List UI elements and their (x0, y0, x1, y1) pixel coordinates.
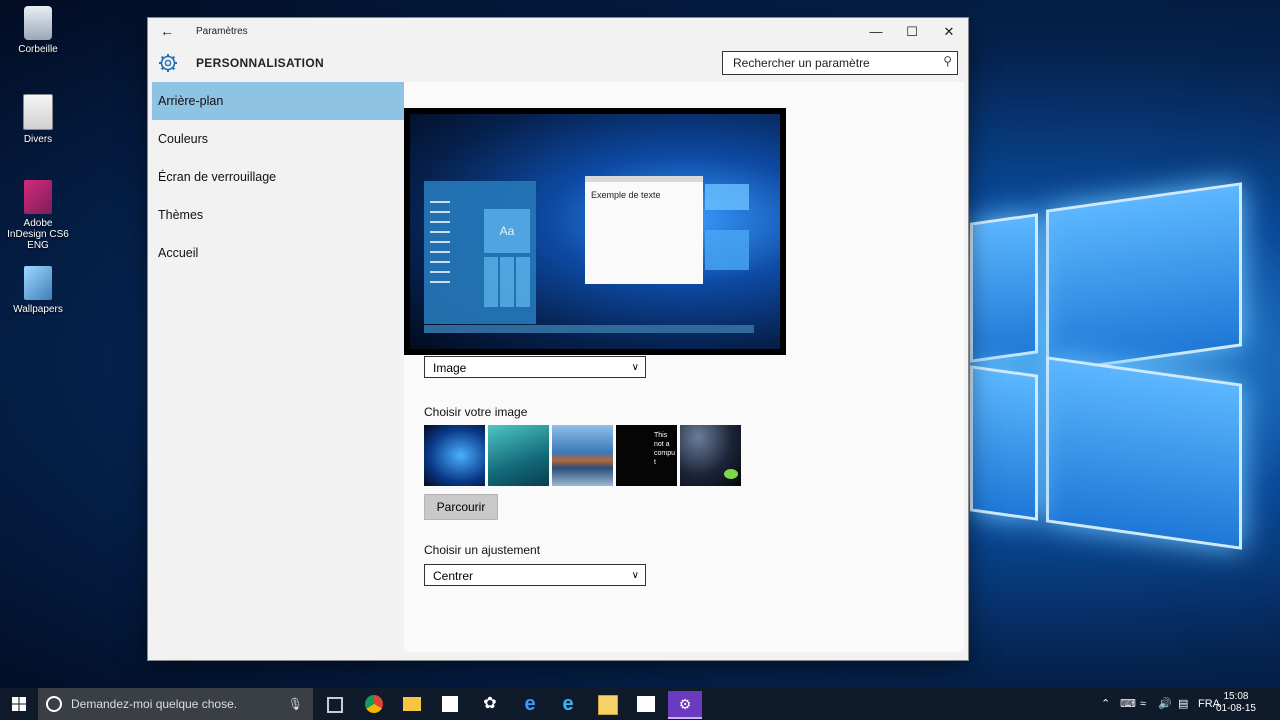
show-hidden-icons[interactable]: ⌃ (1101, 688, 1110, 720)
search-icon[interactable]: ⚲ (943, 54, 952, 68)
desktop-icon-recycle-bin[interactable]: Corbeille (4, 6, 72, 55)
chevron-down-icon: ∨ (631, 570, 639, 581)
preview-taskbar (424, 325, 754, 333)
desktop-icon-label: Divers (23, 134, 53, 145)
cortana-icon (46, 696, 62, 712)
preview-wallpaper: Aa Exemple de texte (410, 114, 780, 349)
sidebar-item-start[interactable]: Accueil (152, 234, 404, 272)
browse-button[interactable]: Parcourir (424, 494, 498, 520)
wallpaper-thumbnail[interactable] (424, 425, 485, 486)
store-icon[interactable] (436, 691, 464, 717)
folder-icon (24, 266, 52, 300)
minimize-button[interactable]: — (864, 22, 888, 42)
preview-wallpaper-pane (705, 184, 749, 210)
clock-time: 15:08 (1223, 691, 1249, 702)
preview-tile: Aa (484, 209, 530, 253)
desktop-icon-label: Wallpapers (13, 304, 63, 315)
title-bar: ← Paramètres — ☐ ✕ (148, 18, 968, 46)
windows-start-icon[interactable] (0, 688, 38, 720)
settings-window: ← Paramètres — ☐ ✕ PERSONNALISATION ⚲ Ar… (148, 18, 968, 660)
choose-image-label: Choisir votre image (424, 405, 528, 419)
clock[interactable]: 15:08 01-08-15 (1216, 691, 1256, 715)
background-type-value: Image (433, 361, 467, 375)
window-title: Paramètres (196, 26, 248, 37)
settings-taskbar-icon[interactable]: ⚙ (668, 691, 702, 719)
wallpaper-pane (1046, 182, 1242, 374)
recycle-bin-icon (24, 6, 52, 40)
desktop-icon-indesign[interactable]: Adobe InDesign CS6 ENG (4, 180, 72, 251)
sidebar-item-colors[interactable]: Couleurs (152, 120, 404, 158)
volume-icon[interactable]: 🔊 (1158, 688, 1172, 720)
keyboard-icon[interactable]: ⌨ (1120, 688, 1136, 720)
thumbnail-text: This not a comput (654, 432, 676, 466)
folder-icon (23, 94, 53, 130)
edge-icon[interactable]: e (516, 691, 544, 717)
desktop-icon-wallpapers[interactable]: Wallpapers (4, 266, 72, 315)
microphone-icon[interactable]: 🎙 (288, 688, 303, 720)
fit-dropdown[interactable]: Centrer ∨ (424, 564, 646, 586)
fit-label: Choisir un ajustement (424, 543, 541, 557)
office-app-icon[interactable] (594, 691, 622, 717)
internet-explorer-icon[interactable]: e (554, 691, 582, 717)
preview-start-menu: Aa (424, 181, 536, 324)
wallpaper-thumbnail[interactable] (488, 425, 549, 486)
wallpaper-thumbnail[interactable]: This not a comput (616, 425, 677, 486)
desktop-icon-label: Adobe InDesign CS6 ENG (7, 218, 69, 251)
indesign-icon (24, 180, 52, 214)
sidebar: Arrière-plan Couleurs Écran de verrouill… (152, 82, 404, 652)
page-title: PERSONNALISATION (196, 56, 324, 70)
close-button[interactable]: ✕ (937, 22, 961, 42)
preview-wallpaper-pane (705, 230, 749, 270)
preview-menu-lines (430, 201, 450, 291)
wallpaper-thumbnail[interactable] (680, 425, 741, 486)
cortana-search-box[interactable]: Demandez-moi quelque chose. 🎙 (38, 688, 313, 720)
app-icon[interactable] (632, 691, 660, 717)
wallpaper-pane (970, 365, 1038, 521)
preview-sample-window: Exemple de texte (585, 176, 703, 284)
wallpaper-pane (1046, 356, 1242, 550)
preview-sample-text: Exemple de texte (591, 190, 661, 200)
maximize-button[interactable]: ☐ (900, 22, 924, 42)
notifications-icon[interactable]: ▤ (1178, 688, 1188, 720)
fit-value: Centrer (433, 569, 474, 583)
background-type-dropdown[interactable]: Image ∨ (424, 356, 646, 378)
sidebar-item-themes[interactable]: Thèmes (152, 196, 404, 234)
desktop-icon-divers[interactable]: Divers (4, 94, 72, 145)
back-arrow-icon[interactable]: ← (160, 23, 174, 39)
wallpaper-thumbnail[interactable] (552, 425, 613, 486)
wallpaper-pane (970, 213, 1038, 363)
search-input[interactable] (731, 52, 935, 74)
network-icon[interactable]: ≈ (1140, 688, 1146, 720)
clock-date: 01-08-15 (1215, 703, 1256, 714)
task-view-icon[interactable] (327, 697, 343, 713)
thumbnail-highlight (724, 469, 738, 479)
sidebar-item-background[interactable]: Arrière-plan (152, 82, 404, 120)
sidebar-item-lock-screen[interactable]: Écran de verrouillage (152, 158, 404, 196)
cortana-search-text: Demandez-moi quelque chose. (71, 697, 238, 711)
background-preview: Aa Exemple de texte (404, 108, 786, 355)
chevron-down-icon: ∨ (631, 362, 639, 373)
gear-icon (159, 54, 177, 72)
search-box[interactable]: ⚲ (722, 51, 958, 75)
chrome-icon[interactable] (360, 691, 388, 717)
taskbar: Demandez-moi quelque chose. 🎙 ✿ e e ⚙ ⌃ … (0, 688, 1280, 720)
preview-tiles-grid (484, 257, 530, 307)
desktop-icon-label: Corbeille (18, 44, 58, 55)
app-icon[interactable]: ✿ (476, 691, 504, 717)
file-explorer-icon[interactable] (398, 691, 426, 717)
